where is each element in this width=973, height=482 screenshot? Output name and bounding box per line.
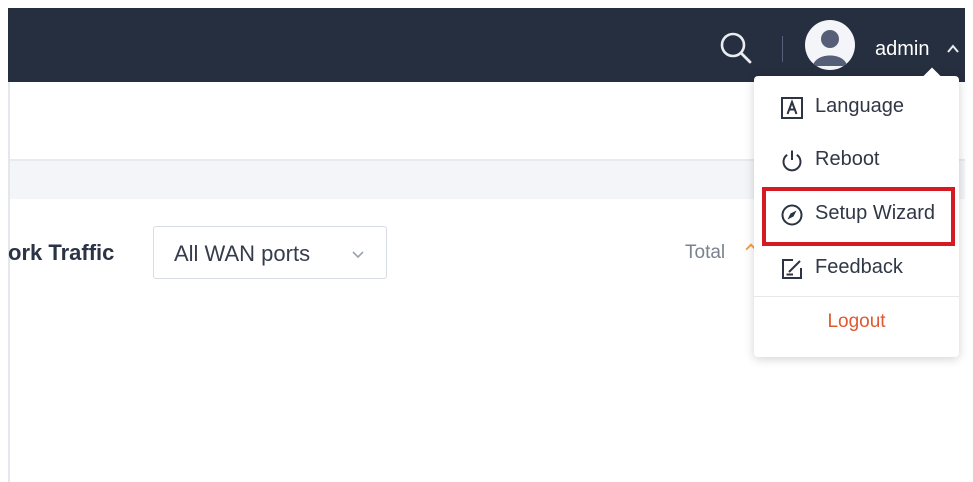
user-name[interactable]: admin [875, 37, 929, 61]
user-avatar-icon[interactable] [805, 20, 855, 70]
logout-label: Logout [827, 311, 886, 332]
menu-item-feedback[interactable]: Feedback [754, 247, 959, 291]
wan-port-select-value: All WAN ports [174, 241, 311, 266]
menu-divider [754, 296, 959, 297]
menu-item-language[interactable]: Language [754, 86, 959, 130]
menu-item-reboot-label: Reboot [815, 148, 880, 170]
menu-item-logout[interactable]: Logout [754, 302, 959, 346]
content-left-border [8, 82, 10, 482]
wan-port-select[interactable]: All WAN ports [153, 226, 387, 279]
header-divider [782, 36, 783, 62]
menu-item-reboot[interactable]: Reboot [754, 139, 959, 183]
chevron-down-icon [350, 246, 366, 262]
search-icon[interactable] [718, 30, 754, 66]
feedback-edit-icon [780, 257, 804, 281]
top-navigation-bar: admin [8, 8, 965, 82]
total-label: Total [685, 242, 726, 263]
power-icon [780, 149, 804, 173]
menu-item-language-label: Language [815, 95, 904, 117]
chevron-up-icon[interactable] [945, 41, 961, 57]
menu-item-feedback-label: Feedback [815, 256, 903, 278]
network-traffic-title: ork Traffic [8, 240, 115, 265]
setup-wizard-highlight-box [762, 187, 955, 246]
language-icon [780, 96, 804, 120]
